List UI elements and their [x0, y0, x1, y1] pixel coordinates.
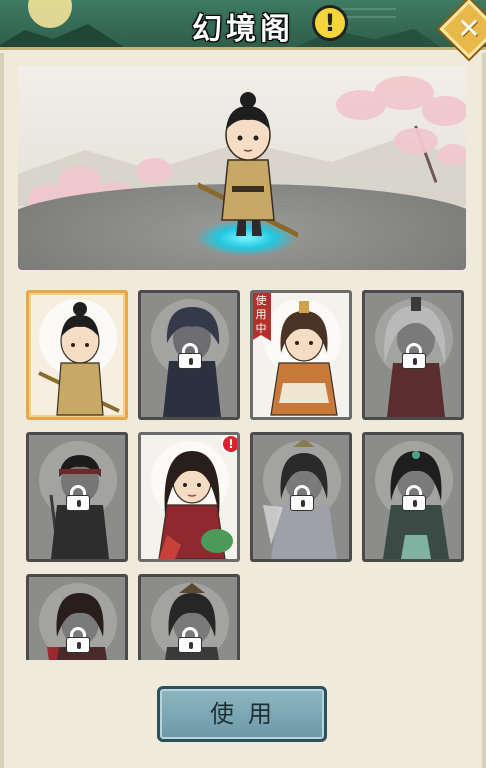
skin-card-8[interactable]	[362, 432, 464, 562]
character-preview	[18, 66, 466, 270]
cherry-blossom	[438, 144, 466, 166]
skin-card-5[interactable]	[26, 432, 128, 562]
alert-badge: !	[221, 435, 237, 454]
skin-card-9[interactable]	[26, 574, 128, 660]
skin-grid: 使用中 !	[26, 290, 466, 660]
lock-icon	[66, 485, 90, 511]
lock-icon	[402, 343, 426, 369]
frame-border	[482, 53, 486, 768]
cherry-blossom	[136, 158, 172, 184]
skin-card-7[interactable]	[250, 432, 352, 562]
use-button[interactable]: 使用	[157, 686, 327, 742]
lock-icon	[178, 343, 202, 369]
in-use-tag: 使用中	[253, 293, 271, 341]
frame-border	[0, 53, 4, 768]
skin-card-4[interactable]	[362, 290, 464, 420]
header-bar: 幻境阁 !	[0, 0, 486, 50]
skin-card-10[interactable]	[138, 574, 240, 660]
skin-card-6[interactable]: !	[138, 432, 240, 562]
exclamation-icon[interactable]: !	[312, 5, 348, 41]
page-title: 幻境阁	[192, 12, 294, 47]
lock-icon	[402, 485, 426, 511]
lock-icon	[290, 485, 314, 511]
skin-card-2[interactable]	[138, 290, 240, 420]
lock-icon	[178, 627, 202, 653]
skin-card-1[interactable]	[26, 290, 128, 420]
cherry-blossom	[422, 96, 466, 126]
skin-card-3[interactable]: 使用中	[250, 290, 352, 420]
lock-icon	[66, 627, 90, 653]
character-portrait	[158, 451, 233, 559]
character-portrait	[38, 302, 120, 416]
cherry-blossom	[394, 128, 438, 154]
close-icon: ✕	[457, 11, 481, 45]
hero-character	[198, 92, 298, 238]
